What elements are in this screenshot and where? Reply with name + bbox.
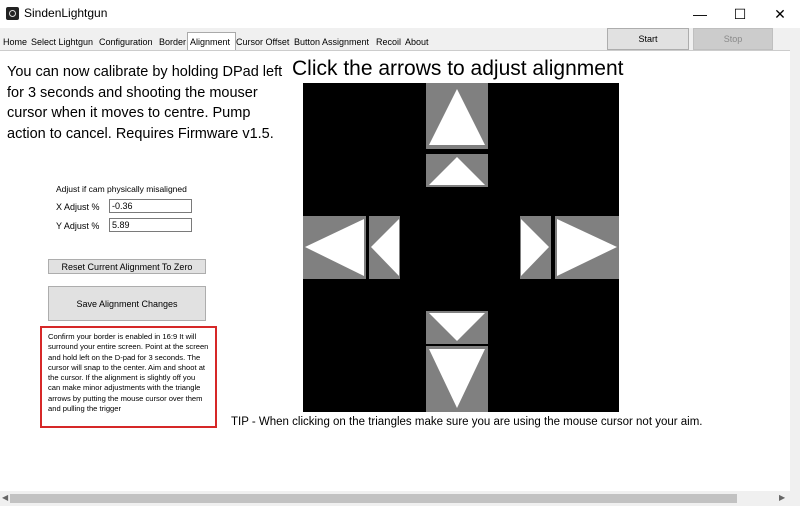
tab-about[interactable]: About [405, 37, 429, 47]
close-button[interactable]: ✕ [760, 0, 800, 28]
app-logo-icon [6, 7, 19, 20]
tab-select-lightgun[interactable]: Select Lightgun [31, 37, 93, 47]
reset-alignment-button[interactable]: Reset Current Alignment To Zero [48, 259, 206, 274]
minimize-button[interactable]: — [680, 0, 720, 28]
stop-button[interactable]: Stop [693, 28, 773, 50]
scroll-left-arrow-icon[interactable]: ◀ [2, 493, 8, 502]
adjust-caption: Adjust if cam physically misaligned [56, 184, 187, 194]
window-title: SindenLightgun [24, 6, 108, 20]
y-adjust-label: Y Adjust % [56, 221, 100, 231]
tab-configuration[interactable]: Configuration [99, 37, 153, 47]
save-alignment-button[interactable]: Save Alignment Changes [48, 286, 206, 321]
triangle-down-icon [429, 349, 485, 408]
arrow-up-large-button[interactable] [426, 83, 488, 149]
x-adjust-input[interactable]: -0.36 [109, 199, 192, 213]
arrow-pad [303, 83, 619, 412]
tip-text: TIP - When clicking on the triangles mak… [231, 416, 703, 428]
arrow-right-small-button[interactable] [520, 216, 551, 279]
y-adjust-input[interactable]: 5.89 [109, 218, 192, 232]
arrow-down-large-button[interactable] [426, 346, 488, 412]
calibration-instructions: You can now calibrate by holding DPad le… [7, 64, 283, 142]
tab-button-assignment[interactable]: Button Assignment [294, 37, 369, 47]
tab-alignment[interactable]: Alignment [190, 37, 230, 47]
x-adjust-label: X Adjust % [56, 202, 100, 212]
tab-recoil[interactable]: Recoil [376, 37, 401, 47]
arrow-up-small-button[interactable] [426, 154, 488, 187]
start-button[interactable]: Start [607, 28, 689, 50]
scroll-right-arrow-icon[interactable]: ▶ [779, 493, 785, 502]
arrow-left-large-button[interactable] [303, 216, 366, 279]
arrow-left-small-button[interactable] [369, 216, 400, 279]
arrow-right-large-button[interactable] [555, 216, 619, 279]
maximize-button[interactable]: ☐ [720, 0, 760, 28]
triangle-left-icon [371, 219, 399, 276]
tab-border[interactable]: Border [159, 37, 186, 47]
triangle-left-icon [305, 219, 364, 276]
triangle-up-icon [429, 157, 485, 185]
vertical-scrollbar[interactable] [790, 50, 800, 491]
help-box: Confirm your border is enabled in 16:9 I… [40, 326, 217, 428]
tab-home[interactable]: Home [3, 37, 27, 47]
triangle-down-icon [429, 313, 485, 341]
triangle-up-icon [429, 89, 485, 145]
horizontal-scrollbar-thumb[interactable] [10, 494, 737, 503]
triangle-right-icon [521, 219, 549, 276]
triangle-right-icon [557, 219, 617, 276]
tab-cursor-offset[interactable]: Cursor Offset [236, 37, 289, 47]
page-title: Click the arrows to adjust alignment [292, 57, 624, 80]
arrow-down-small-button[interactable] [426, 311, 488, 344]
